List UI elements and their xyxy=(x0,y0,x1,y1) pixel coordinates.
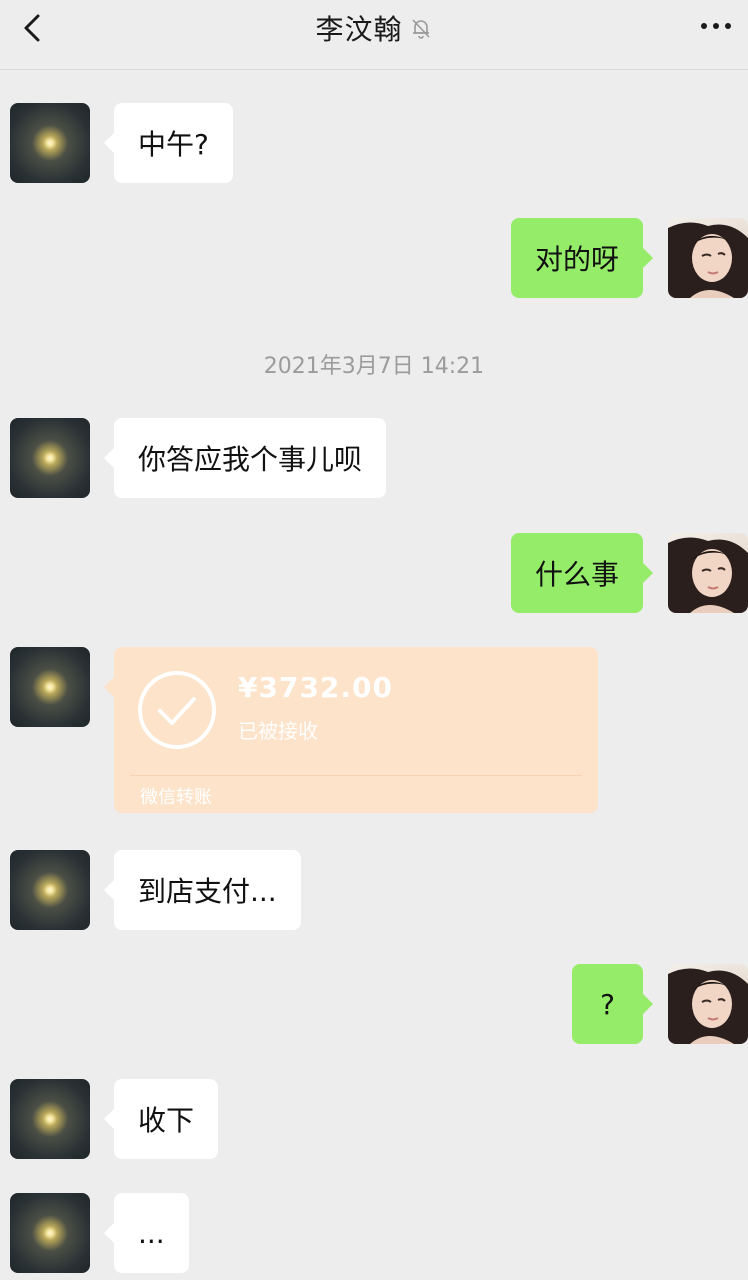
incoming-message-bubble[interactable]: 收下 xyxy=(103,1079,219,1159)
incoming-message-bubble[interactable]: 你答应我个事儿呗 xyxy=(103,418,387,498)
my-avatar[interactable] xyxy=(668,533,748,613)
check-circle-icon xyxy=(138,671,216,749)
transfer-status: 已被接收 xyxy=(238,719,318,743)
transfer-label: 微信转账 xyxy=(140,787,212,808)
message-text: ... xyxy=(138,1216,165,1250)
contact-avatar[interactable] xyxy=(10,1079,90,1159)
message-text: 中午? xyxy=(138,128,209,161)
title-group: 李汶翰 xyxy=(0,8,748,48)
incoming-message-bubble[interactable]: 中午? xyxy=(104,103,233,183)
transfer-card[interactable]: ¥3732.00 已被接收 微信转账 xyxy=(104,647,598,813)
incoming-message-bubble[interactable]: 到店支付... xyxy=(104,850,301,930)
portrait-image xyxy=(668,537,748,613)
message-text: ? xyxy=(600,987,615,1021)
outgoing-message-bubble[interactable]: 什么事 xyxy=(510,533,654,613)
outgoing-message-bubble[interactable]: ? xyxy=(572,964,653,1044)
more-dots-icon[interactable] xyxy=(696,12,736,40)
chat-header: 李汶翰 xyxy=(0,0,748,70)
divider xyxy=(130,775,582,776)
portrait-image xyxy=(668,968,748,1044)
contact-avatar[interactable] xyxy=(10,418,90,498)
message-text: 什么事 xyxy=(534,558,619,591)
bell-off-icon xyxy=(411,19,430,39)
incoming-message-bubble[interactable]: ... xyxy=(104,1193,189,1273)
message-text: 你答应我个事儿呗 xyxy=(138,443,363,476)
contact-avatar[interactable] xyxy=(10,103,90,183)
message-text: 对的呀 xyxy=(534,243,619,276)
contact-avatar[interactable] xyxy=(10,850,90,930)
message-text: 到店支付... xyxy=(138,875,277,908)
my-avatar[interactable] xyxy=(668,964,748,1044)
transfer-amount: ¥3732.00 xyxy=(238,671,394,704)
message-text: 收下 xyxy=(138,1104,195,1137)
portrait-image xyxy=(668,222,748,298)
outgoing-message-bubble[interactable]: 对的呀 xyxy=(510,218,654,298)
chat-title: 李汶翰 xyxy=(315,13,403,46)
contact-avatar[interactable] xyxy=(10,647,90,727)
my-avatar[interactable] xyxy=(668,218,748,298)
contact-avatar[interactable] xyxy=(10,1193,90,1273)
message-timestamp: 2021年3月7日 14:21 xyxy=(263,354,485,379)
